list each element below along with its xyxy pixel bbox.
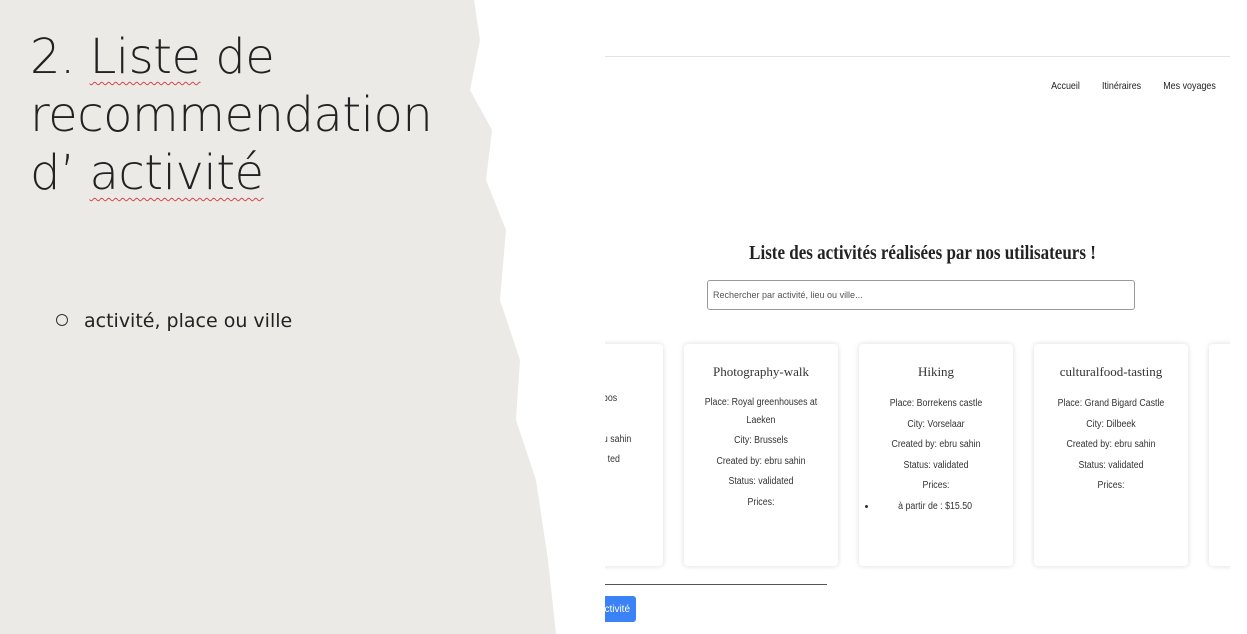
search-input[interactable] bbox=[707, 280, 1135, 310]
activity-card-partial[interactable]: bos u sahin ted bbox=[605, 344, 663, 566]
activity-card[interactable]: culturalfood-tasting Place: Grand Bigard… bbox=[1034, 344, 1188, 566]
card-title: culturalfood-tasting bbox=[1059, 364, 1163, 379]
activity-card-partial[interactable] bbox=[1209, 344, 1230, 566]
nav-itineraires[interactable]: Itinéraires bbox=[1102, 80, 1141, 92]
partial-card-place: bos bbox=[605, 393, 617, 404]
nav-accueil[interactable]: Accueil bbox=[1051, 80, 1080, 92]
bullet-circle-icon bbox=[56, 313, 68, 326]
activity-card[interactable]: Hiking Place: Borrekens castle City: Vor… bbox=[859, 344, 1013, 566]
partial-card-created: u sahin bbox=[605, 434, 631, 445]
card-prices: Prices: bbox=[1097, 480, 1125, 491]
card-city: City: Vorselaar bbox=[907, 418, 965, 430]
card-price-list: à partir de : $15.50 bbox=[859, 497, 1013, 517]
page-title: Liste des activités réalisées par nos ut… bbox=[749, 242, 1096, 264]
card-status: Status: validated bbox=[1078, 459, 1144, 471]
card-title: Photography-walk bbox=[712, 364, 810, 379]
slide-title-word-liste: Liste bbox=[89, 29, 201, 85]
activity-card[interactable]: Photography-walk Place: Royal greenhouse… bbox=[684, 344, 838, 566]
card-status: Status: validated bbox=[903, 459, 969, 471]
card-status: Status: validated bbox=[728, 476, 794, 487]
card-title: Hiking bbox=[917, 364, 955, 379]
add-activity-button[interactable]: ctivité bbox=[605, 596, 636, 622]
card-city: City: Dilbeek bbox=[1086, 418, 1136, 430]
slide-title-word-activite: activité bbox=[89, 145, 264, 201]
card-prices: Prices: bbox=[922, 480, 950, 491]
header-divider bbox=[605, 56, 1230, 57]
card-place: Place: Royal greenhouses at bbox=[704, 397, 818, 408]
card-created-by: Created by: ebru sahin bbox=[1066, 439, 1156, 450]
app-screenshot: Accueil Itinéraires Mes voyages Liste de… bbox=[605, 0, 1230, 634]
card-place: Place: Borrekens castle bbox=[889, 398, 983, 409]
card-price-item: à partir de : $15.50 bbox=[877, 497, 1013, 517]
card-prices: Prices: bbox=[747, 496, 775, 508]
slide-bullet-text: activité, place ou ville bbox=[84, 310, 293, 332]
slide-bullet: activité, place ou ville bbox=[56, 310, 292, 332]
nav-mes-voyages[interactable]: Mes voyages bbox=[1163, 80, 1216, 92]
card-place: Place: Grand Bigard Castle bbox=[1057, 398, 1165, 409]
slide-title-line2: recommendation bbox=[30, 87, 433, 143]
card-created-by: Created by: ebru sahin bbox=[716, 455, 806, 467]
footer-divider bbox=[605, 584, 827, 585]
card-city: City: Brussels bbox=[734, 435, 788, 446]
slide-title: 2. Liste de recommendation d’ activité bbox=[30, 29, 433, 201]
card-created-by: Created by: ebru sahin bbox=[891, 439, 981, 450]
card-place-cont: Laeken bbox=[746, 415, 776, 426]
top-nav: Accueil Itinéraires Mes voyages bbox=[1051, 80, 1216, 92]
partial-card-status: ted bbox=[607, 454, 620, 465]
